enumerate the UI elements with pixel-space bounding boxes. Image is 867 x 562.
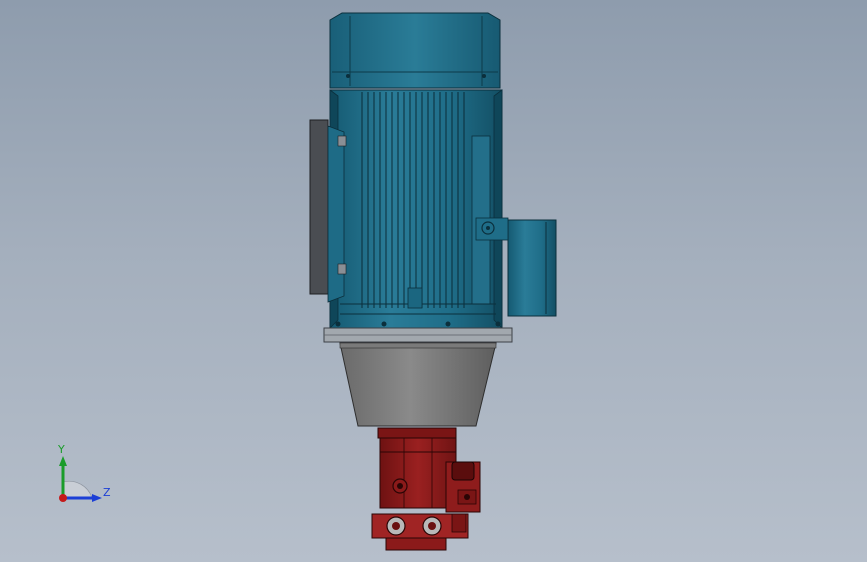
y-axis-label: Y (58, 443, 65, 456)
hydraulic-pump[interactable] (371, 427, 481, 551)
3d-graphics-viewport[interactable]: Y Z (0, 0, 867, 562)
motor-flange[interactable] (323, 327, 513, 343)
z-arrowhead-icon (92, 494, 102, 502)
model-view[interactable] (0, 0, 867, 562)
x-axis-origin-icon (59, 494, 67, 502)
adapter-bell-housing[interactable] (339, 342, 497, 427)
y-arrowhead-icon (59, 456, 67, 466)
z-axis-label: Z (103, 486, 111, 499)
side-cover-left[interactable] (309, 119, 347, 303)
motor-body[interactable] (329, 89, 503, 329)
triad-plane-icon (62, 480, 93, 499)
fan-cover[interactable] (329, 12, 501, 89)
